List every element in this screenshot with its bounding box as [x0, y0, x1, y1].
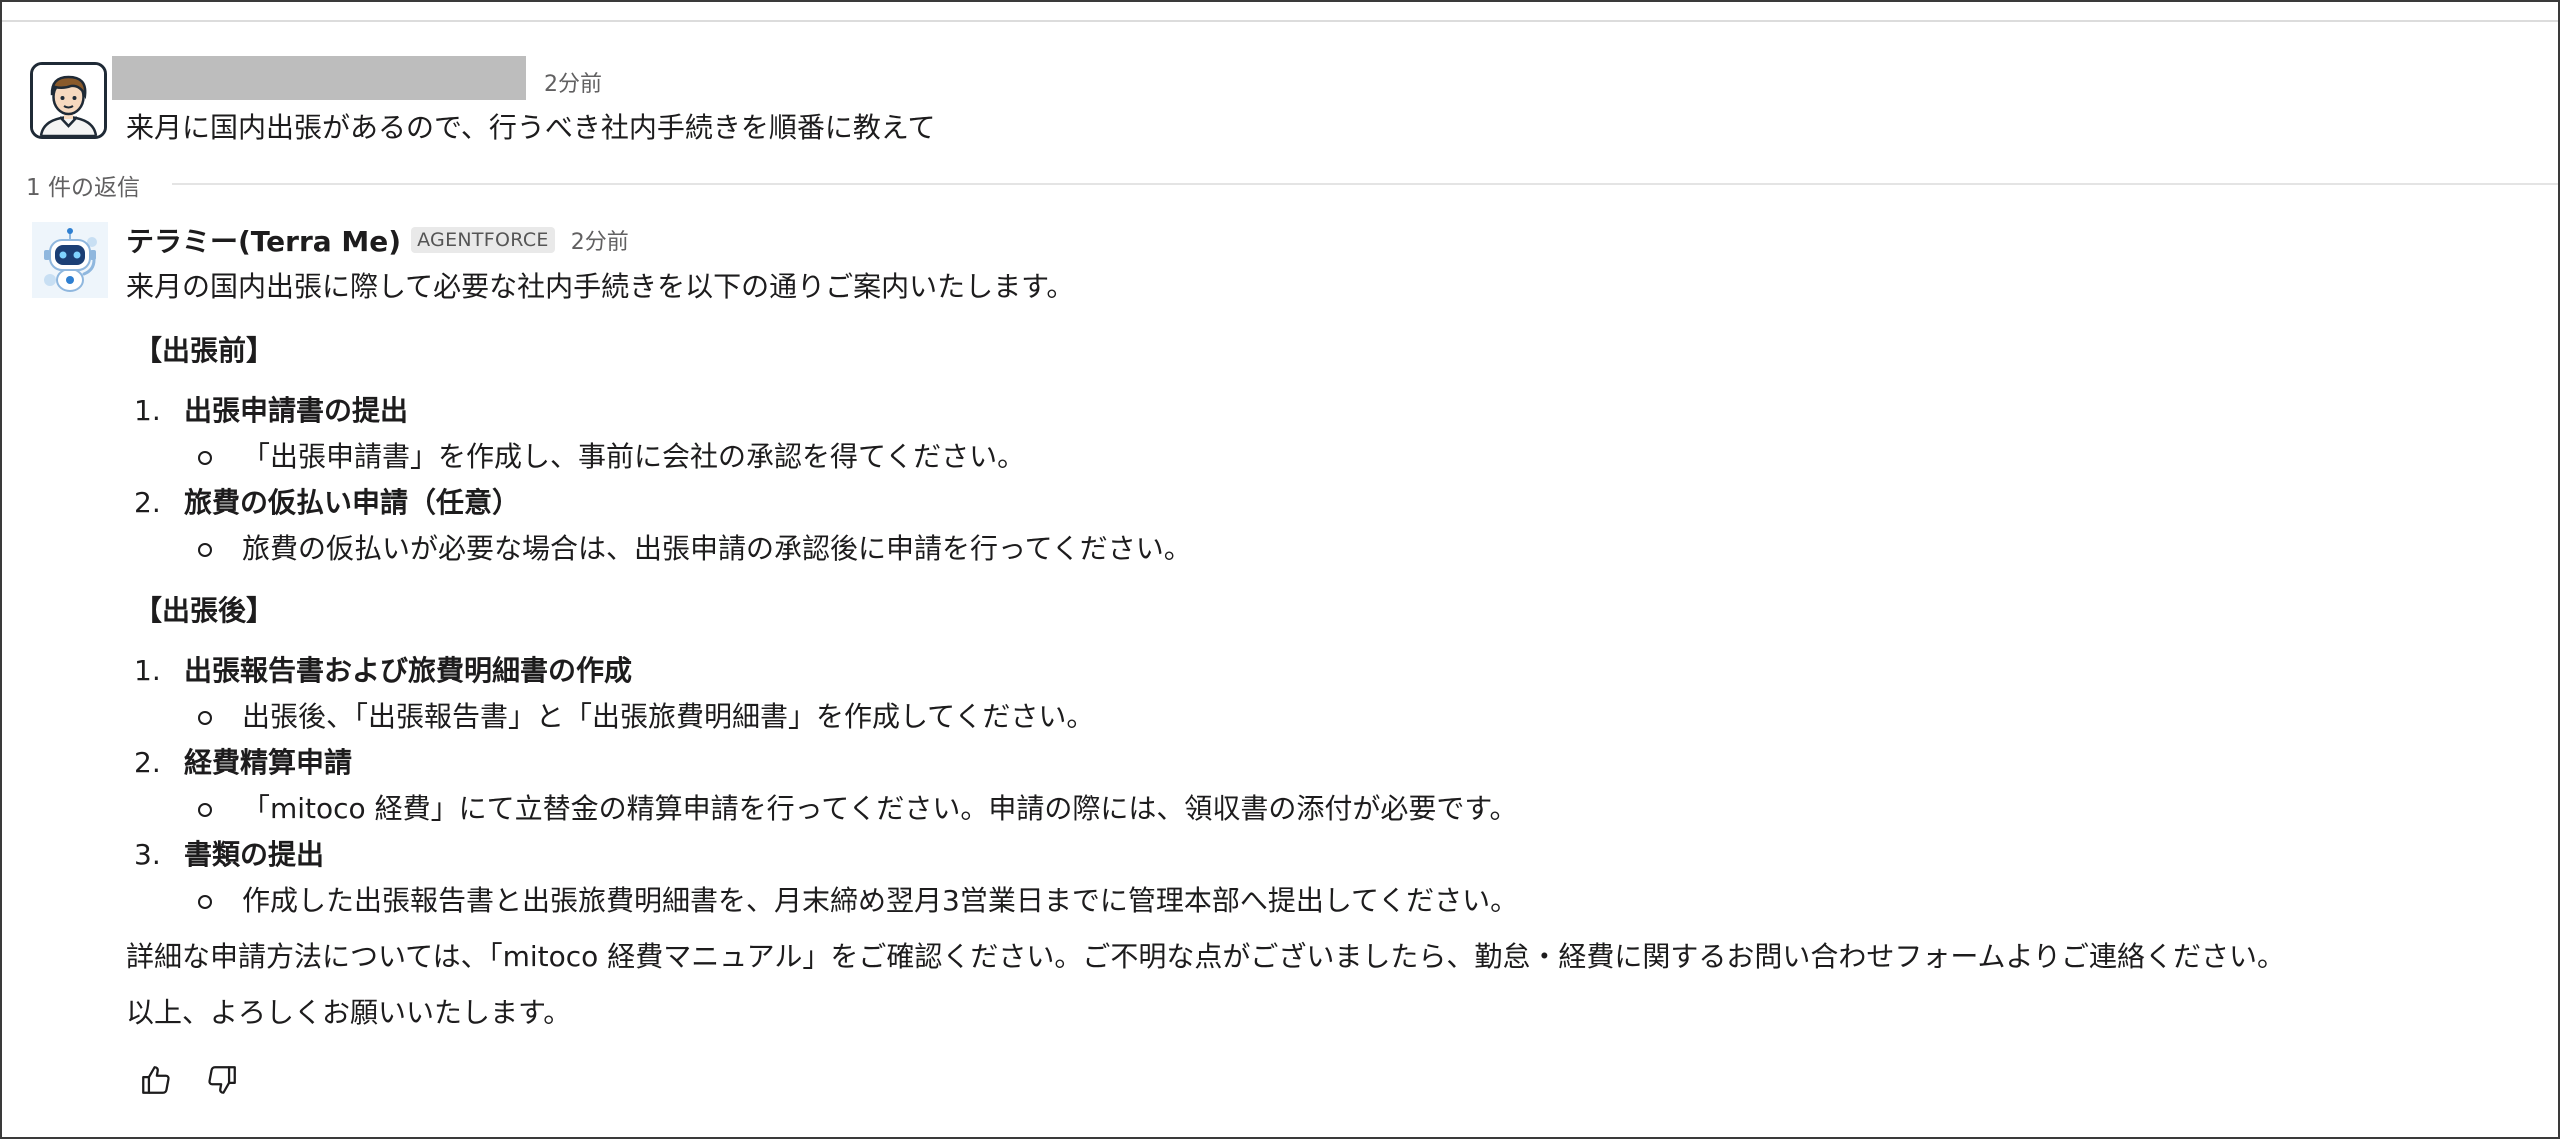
user-message-time[interactable]: 2分前 [544, 66, 602, 98]
bot-message-header: テラミー(Terra Me) AGENTFORCE 2分前 [126, 220, 629, 260]
step-number: 1. [134, 654, 161, 687]
feedback-buttons [134, 1058, 244, 1102]
thumbs-down-button[interactable] [200, 1058, 244, 1102]
step-number: 2. [134, 486, 161, 519]
step-title: 経費精算申請 [184, 746, 353, 779]
bullet-icon [198, 451, 212, 465]
bot-note-text: 詳細な申請方法については、「mitoco 経費マニュアル」をご確認ください。ご不… [126, 940, 2285, 973]
bot-avatar[interactable] [32, 222, 108, 298]
thumbs-up-icon [142, 1066, 170, 1094]
before-trip-steps: 1. 出張申請書の提出 「出張申請書」を作成し、事前に会社の承認を得てください。… [126, 388, 2546, 572]
step-detail: 「mitoco 経費」にて立替金の精算申請を行ってください。申請の際には、領収書… [126, 786, 2546, 832]
top-divider [2, 20, 2558, 22]
bullet-icon [198, 711, 212, 725]
list-item: 1. 出張報告書および旅費明細書の作成 出張後、「出張報告書」と「出張旅費明細書… [126, 648, 2546, 740]
section-title-before-trip: 【出張前】 [134, 334, 275, 367]
step-detail: 作成した出張報告書と出張旅費明細書を、月末締め翌月3営業日までに管理本部へ提出し… [126, 878, 2546, 924]
step-detail: 旅費の仮払いが必要な場合は、出張申請の承認後に申請を行ってください。 [126, 526, 2546, 572]
step-number: 3. [134, 838, 161, 871]
list-item: 1. 出張申請書の提出 「出張申請書」を作成し、事前に会社の承認を得てください。 [126, 388, 2546, 480]
bullet-icon [198, 543, 212, 557]
step-number: 1. [134, 394, 161, 427]
list-item: 2. 経費精算申請 「mitoco 経費」にて立替金の精算申請を行ってください。… [126, 740, 2546, 832]
redacted-user-name [112, 56, 526, 100]
slack-thread-panel: 2分前 来月に国内出張があるので、行うべき社内手続きを順番に教えて 1 件の返信… [0, 0, 2560, 1139]
agentforce-badge: AGENTFORCE [411, 227, 555, 253]
bot-closing-text: 以上、よろしくお願いいたします。 [126, 996, 572, 1029]
user-avatar[interactable] [30, 62, 107, 139]
step-title: 旅費の仮払い申請（任意） [184, 486, 521, 519]
step-detail: 出張後、「出張報告書」と「出張旅費明細書」を作成してください。 [126, 694, 2546, 740]
section-title-after-trip: 【出張後】 [134, 594, 275, 627]
thumbs-down-icon [208, 1066, 236, 1094]
bullet-icon [198, 895, 212, 909]
bot-intro-text: 来月の国内出張に際して必要な社内手続きを以下の通りご案内いたします。 [126, 270, 1075, 303]
bot-message-time[interactable]: 2分前 [571, 224, 629, 256]
step-title: 出張報告書および旅費明細書の作成 [184, 654, 633, 687]
step-title: 書類の提出 [184, 838, 325, 871]
after-trip-steps: 1. 出張報告書および旅費明細書の作成 出張後、「出張報告書」と「出張旅費明細書… [126, 648, 2546, 924]
list-item: 2. 旅費の仮払い申請（任意） 旅費の仮払いが必要な場合は、出張申請の承認後に申… [126, 480, 2546, 572]
thumbs-up-button[interactable] [134, 1058, 178, 1102]
bot-message-body: 来月の国内出張に際して必要な社内手続きを以下の通りご案内いたします。 【出張前】… [126, 264, 2546, 1036]
list-item: 3. 書類の提出 作成した出張報告書と出張旅費明細書を、月末締め翌月3営業日まで… [126, 832, 2546, 924]
step-number: 2. [134, 746, 161, 779]
bot-name[interactable]: テラミー(Terra Me) [126, 220, 401, 260]
user-message-text: 来月に国内出張があるので、行うべき社内手続きを順番に教えて [126, 111, 936, 144]
step-title: 出張申請書の提出 [184, 394, 409, 427]
bullet-icon [198, 803, 212, 817]
step-detail: 「出張申請書」を作成し、事前に会社の承認を得てください。 [126, 434, 2546, 480]
reply-divider-line [172, 183, 2558, 185]
reply-count-label: 1 件の返信 [26, 168, 156, 202]
